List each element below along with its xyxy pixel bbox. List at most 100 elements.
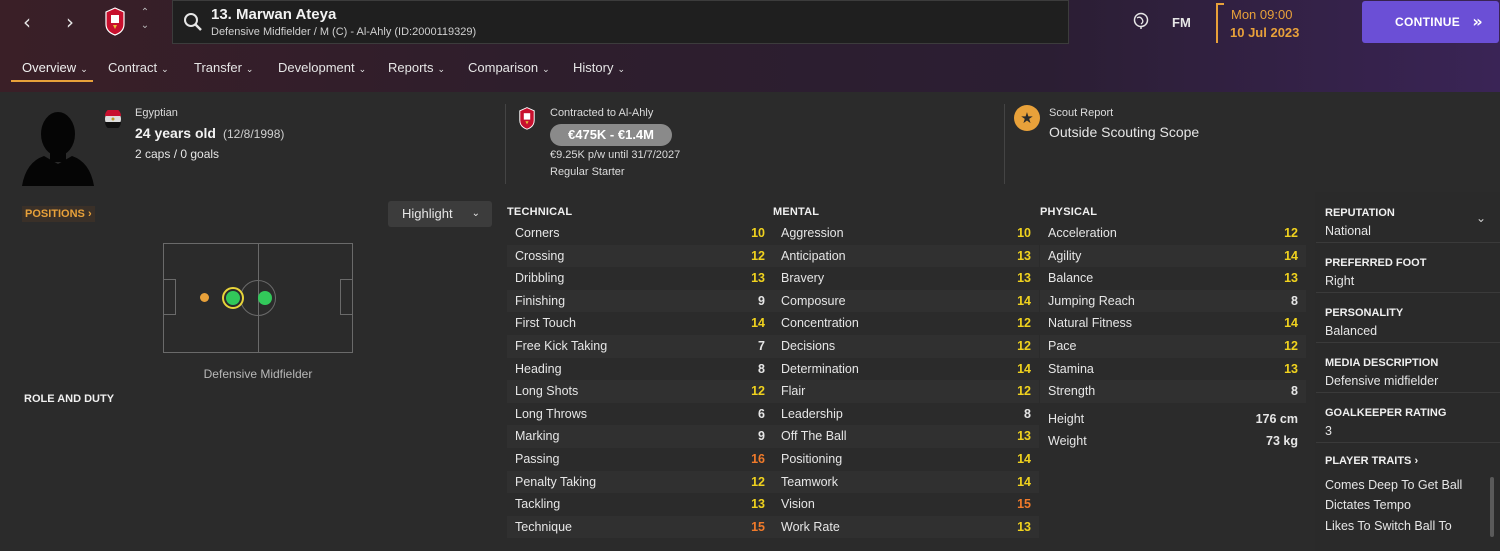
player-up-down-icon[interactable]: ⌃ ⌄ [138, 6, 152, 32]
attribute-name: Decisions [781, 339, 836, 353]
tab-contract[interactable]: Contract ⌄ [108, 60, 169, 75]
player-search-bar[interactable]: 13. Marwan Ateya Defensive Midfielder / … [172, 0, 1069, 44]
position-dot-natural[interactable] [258, 291, 272, 305]
continue-button[interactable]: CONTINUE » [1362, 1, 1499, 43]
player-traits-button[interactable]: PLAYER TRAITS › [1325, 455, 1418, 467]
role-duty-title: ROLE AND DUTY [24, 393, 115, 405]
tab-transfer[interactable]: Transfer ⌄ [194, 60, 253, 75]
attribute-row[interactable]: Stamina 13 [1040, 358, 1306, 381]
tab-history[interactable]: History ⌄ [573, 60, 625, 75]
game-date[interactable]: Mon 09:00 10 Jul 2023 [1216, 3, 1334, 43]
attribute-row[interactable]: Strength 8 [1040, 380, 1306, 403]
attribute-value: 9 [758, 429, 765, 444]
attribute-name: Corners [515, 226, 560, 240]
chevron-down-icon: ⌄ [471, 208, 480, 219]
attribute-value: 9 [758, 293, 765, 308]
club-crest-icon[interactable] [518, 106, 536, 130]
search-icon[interactable] [183, 12, 203, 32]
attribute-row[interactable]: Work Rate 13 [773, 515, 1039, 539]
position-dot-primary[interactable] [222, 287, 244, 309]
contract-label[interactable]: Contracted to Al-Ahly [550, 107, 653, 119]
chevron-right-icon: › [87, 208, 92, 220]
physical-title: PHYSICAL [1040, 206, 1098, 218]
attribute-row[interactable]: Jumping Reach 8 [1040, 289, 1306, 313]
attribute-row[interactable]: Natural Fitness 14 [1040, 312, 1306, 335]
attribute-row[interactable]: Corners 10 [507, 222, 773, 245]
date-full: 10 Jul 2023 [1230, 25, 1300, 40]
attribute-row[interactable]: Agility 14 [1040, 244, 1306, 268]
attribute-value: 10 [1017, 226, 1031, 240]
highlight-dropdown[interactable]: Highlight ⌄ [388, 201, 492, 227]
attribute-row[interactable]: Bravery 13 [773, 267, 1039, 290]
attribute-name: Crossing [515, 248, 565, 263]
reputation-item[interactable]: REPUTATION National ⌄ [1316, 197, 1500, 243]
attribute-value: 12 [1017, 339, 1031, 353]
attribute-value: 16 [751, 452, 765, 466]
attribute-row[interactable]: Concentration 12 [773, 312, 1039, 335]
attribute-row[interactable]: Flair 12 [773, 380, 1039, 403]
chevron-down-icon: ⌄ [617, 65, 625, 75]
player-subtitle: Defensive Midfielder / M (C) - Al-Ahly (… [211, 26, 477, 38]
attribute-value: 14 [1017, 474, 1031, 489]
attribute-row[interactable]: Penalty Taking 12 [507, 470, 773, 494]
attribute-row[interactable]: Pace 12 [1040, 335, 1306, 358]
positions-button[interactable]: POSITIONS › [22, 206, 95, 222]
attribute-row[interactable]: Long Throws 6 [507, 403, 773, 426]
fm-logo[interactable]: FM [1172, 15, 1191, 30]
attribute-row[interactable]: Free Kick Taking 7 [507, 335, 773, 358]
position-name: Defensive Midfielder [203, 367, 313, 381]
chevron-down-icon: ⌄ [161, 65, 169, 75]
attribute-row[interactable]: Determination 14 [773, 358, 1039, 381]
attribute-value: 7 [758, 339, 765, 353]
attribute-row[interactable]: Heading 8 [507, 358, 773, 381]
trait-item: Likes To Switch Ball To [1325, 519, 1452, 533]
tab-comparison[interactable]: Comparison ⌄ [468, 60, 550, 75]
attribute-row[interactable]: Crossing 12 [507, 244, 773, 268]
attribute-value: 8 [1024, 406, 1031, 421]
attribute-row[interactable]: Balance 13 [1040, 267, 1306, 290]
attribute-row[interactable]: Aggression 10 [773, 222, 1039, 245]
attribute-value: 14 [1284, 316, 1298, 331]
star-icon: ★ [1014, 105, 1040, 131]
attribute-value: 14 [1284, 248, 1298, 263]
scout-report-label[interactable]: Scout Report [1049, 107, 1113, 119]
tab-development[interactable]: Development ⌄ [278, 60, 366, 75]
globe-icon[interactable] [1132, 12, 1150, 30]
attribute-row[interactable]: Marking 9 [507, 425, 773, 448]
tab-reports[interactable]: Reports ⌄ [388, 60, 445, 75]
goalkeeper-rating-item: GOALKEEPER RATING 3 [1316, 397, 1500, 443]
attribute-row[interactable]: Anticipation 13 [773, 244, 1039, 268]
attribute-value: 14 [1017, 361, 1031, 376]
back-arrow-icon[interactable]: ‹ [15, 10, 39, 34]
attribute-name: Technique [515, 519, 572, 534]
attribute-row[interactable]: Off The Ball 13 [773, 425, 1039, 448]
attribute-row[interactable]: Passing 16 [507, 448, 773, 471]
attribute-row[interactable]: Positioning 14 [773, 448, 1039, 471]
forward-arrow-icon[interactable]: › [58, 10, 82, 34]
club-crest-icon[interactable] [104, 6, 126, 36]
attribute-row[interactable]: Long Shots 12 [507, 380, 773, 403]
sidebar-scrollbar[interactable] [1490, 477, 1494, 537]
tab-overview[interactable]: Overview ⌄ [22, 60, 88, 75]
attribute-name: Long Shots [515, 384, 579, 399]
attribute-value: 14 [1017, 452, 1031, 466]
attribute-name: Natural Fitness [1048, 316, 1133, 331]
attribute-row[interactable]: First Touch 14 [507, 312, 773, 335]
attribute-name: Marking [515, 429, 560, 444]
value-range-badge[interactable]: €475K - €1.4M [550, 124, 672, 146]
attribute-row[interactable]: Vision 15 [773, 493, 1039, 516]
attribute-row[interactable]: Dribbling 13 [507, 267, 773, 290]
attribute-row[interactable]: Technique 15 [507, 515, 773, 539]
attribute-row[interactable]: Acceleration 12 [1040, 222, 1306, 245]
attribute-row[interactable]: Teamwork 14 [773, 470, 1039, 494]
attribute-row[interactable]: Composure 14 [773, 289, 1039, 313]
attribute-row[interactable]: Leadership 8 [773, 403, 1039, 426]
caps-goals[interactable]: 2 caps / 0 goals [135, 147, 219, 161]
attribute-row[interactable]: Tackling 13 [507, 493, 773, 516]
attribute-row[interactable]: Finishing 9 [507, 289, 773, 313]
attribute-row[interactable]: Decisions 12 [773, 335, 1039, 358]
weight-row: Weight 73 kg [1048, 434, 1298, 448]
date-day: Mon 09:00 [1231, 7, 1293, 22]
attribute-value: 12 [1284, 226, 1298, 240]
chevron-down-icon: ⌄ [1475, 211, 1486, 225]
